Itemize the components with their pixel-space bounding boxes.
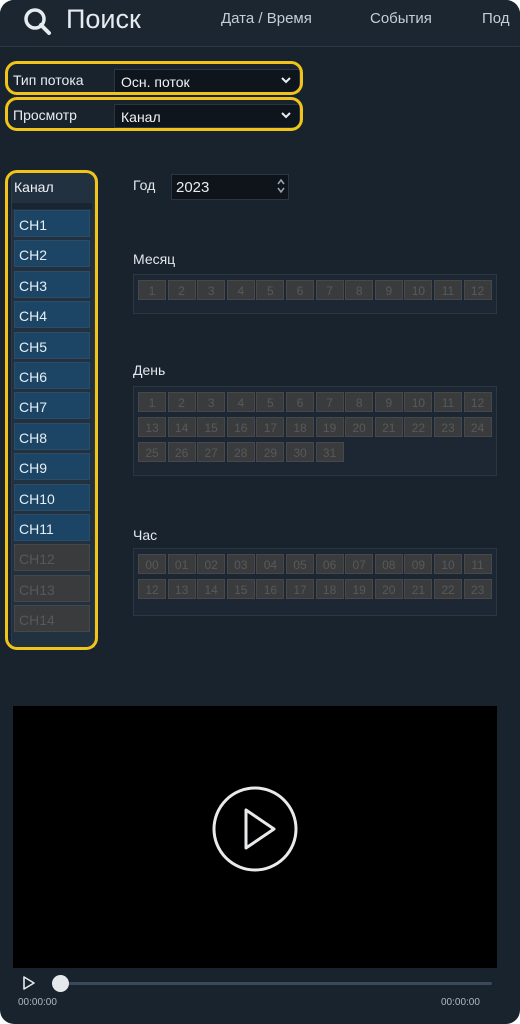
- hour-cell[interactable]: 01: [167, 554, 196, 574]
- day-cell[interactable]: 24: [463, 417, 492, 437]
- day-cell[interactable]: 5: [256, 392, 285, 412]
- day-cell[interactable]: 26: [167, 442, 196, 462]
- hour-label: Час: [133, 527, 158, 543]
- month-grid: 1 2 3 4 5 6 7 8 9 10 11 12: [133, 274, 497, 314]
- hour-cell[interactable]: 08: [374, 554, 403, 574]
- time-end: 00:00:00: [441, 997, 480, 1008]
- day-cell[interactable]: 19: [315, 417, 344, 437]
- day-cell[interactable]: 9: [374, 392, 403, 412]
- day-cell[interactable]: 23: [434, 417, 462, 437]
- day-cell[interactable]: 30: [286, 442, 314, 462]
- hour-cell[interactable]: 20: [374, 579, 403, 599]
- day-cell[interactable]: 29: [256, 442, 285, 462]
- hour-cell[interactable]: 00: [138, 554, 166, 574]
- month-cell[interactable]: 9: [374, 280, 403, 300]
- tab-more[interactable]: Под: [482, 10, 510, 27]
- month-cell[interactable]: 5: [256, 280, 285, 300]
- progress-track[interactable]: [60, 982, 492, 985]
- hour-cell[interactable]: 12: [138, 579, 166, 599]
- hour-cell[interactable]: 13: [167, 579, 196, 599]
- day-cell[interactable]: 27: [197, 442, 226, 462]
- hour-cell[interactable]: 03: [226, 554, 255, 574]
- progress-knob[interactable]: [52, 975, 69, 992]
- hour-cell[interactable]: 04: [256, 554, 285, 574]
- month-cell[interactable]: 3: [197, 280, 226, 300]
- month-cell[interactable]: 6: [286, 280, 314, 300]
- day-cell[interactable]: 1: [138, 392, 166, 412]
- day-cell[interactable]: 6: [286, 392, 314, 412]
- hour-cell[interactable]: 11: [463, 554, 492, 574]
- day-label: День: [133, 362, 166, 378]
- month-cell[interactable]: 4: [226, 280, 255, 300]
- page-title: Поиск: [66, 4, 141, 34]
- day-grid: 1 2 3 4 5 6 7 8 9 10 11 12 13 14 15 16 17 18 19 20 21 22 23 24 2…: [133, 386, 497, 476]
- top-bar: Поиск Дата / Время События Под: [0, 0, 520, 47]
- hour-cell[interactable]: 15: [226, 579, 255, 599]
- day-cell[interactable]: 2: [167, 392, 196, 412]
- day-cell[interactable]: 3: [197, 392, 226, 412]
- tab-date-time[interactable]: Дата / Время: [221, 10, 312, 27]
- play-small-icon[interactable]: [22, 975, 36, 991]
- hour-cell[interactable]: 23: [463, 579, 492, 599]
- channel-highlight: [5, 170, 98, 650]
- year-value: 2023: [176, 179, 210, 196]
- month-cell[interactable]: 1: [138, 280, 166, 300]
- play-icon[interactable]: [212, 786, 298, 872]
- day-cell[interactable]: 10: [404, 392, 433, 412]
- month-label: Месяц: [133, 251, 176, 267]
- time-start: 00:00:00: [18, 997, 57, 1008]
- hour-cell[interactable]: 21: [404, 579, 433, 599]
- stream-type-highlight: [5, 61, 303, 95]
- day-cell[interactable]: 4: [226, 392, 255, 412]
- hour-grid: 00 01 02 03 04 05 06 07 08 09 10 11 12 13 14 15 16 17 18 19…: [133, 548, 497, 616]
- hour-cell[interactable]: 22: [434, 579, 462, 599]
- view-highlight: [5, 97, 303, 131]
- hour-cell[interactable]: 14: [197, 579, 226, 599]
- tab-events[interactable]: События: [370, 10, 432, 27]
- spinner-arrows-icon[interactable]: [277, 178, 285, 194]
- hour-cell[interactable]: 02: [197, 554, 226, 574]
- hour-cell[interactable]: 07: [345, 554, 374, 574]
- day-cell[interactable]: 18: [286, 417, 314, 437]
- hour-cell[interactable]: 16: [256, 579, 285, 599]
- hour-cell[interactable]: 06: [315, 554, 344, 574]
- day-cell[interactable]: 8: [345, 392, 374, 412]
- day-cell[interactable]: 20: [345, 417, 374, 437]
- day-cell[interactable]: 21: [374, 417, 403, 437]
- month-cell[interactable]: 2: [167, 280, 196, 300]
- year-spinner[interactable]: 2023: [171, 174, 289, 200]
- day-cell[interactable]: 11: [434, 392, 462, 412]
- search-icon: [24, 8, 51, 35]
- day-cell[interactable]: 7: [315, 392, 344, 412]
- day-cell[interactable]: 15: [197, 417, 226, 437]
- month-cell[interactable]: 12: [463, 280, 492, 300]
- search-screen: Поиск Дата / Время События Под Тип поток…: [0, 0, 520, 1024]
- day-cell[interactable]: 14: [167, 417, 196, 437]
- day-cell[interactable]: 13: [138, 417, 166, 437]
- month-cell[interactable]: 10: [404, 280, 433, 300]
- month-cell[interactable]: 11: [434, 280, 462, 300]
- month-cell[interactable]: 8: [345, 280, 374, 300]
- month-cell[interactable]: 7: [315, 280, 344, 300]
- day-cell[interactable]: 25: [138, 442, 166, 462]
- hour-cell[interactable]: 18: [315, 579, 344, 599]
- hour-cell[interactable]: 09: [404, 554, 433, 574]
- hour-cell[interactable]: 19: [345, 579, 374, 599]
- day-cell[interactable]: 17: [256, 417, 285, 437]
- day-cell[interactable]: 31: [315, 442, 344, 462]
- hour-cell[interactable]: 05: [286, 554, 314, 574]
- day-cell[interactable]: 28: [226, 442, 255, 462]
- day-cell[interactable]: 12: [463, 392, 492, 412]
- day-cell[interactable]: 16: [226, 417, 255, 437]
- year-label: Год: [133, 177, 156, 193]
- hour-cell[interactable]: 17: [286, 579, 314, 599]
- hour-cell[interactable]: 10: [434, 554, 462, 574]
- day-cell[interactable]: 22: [404, 417, 433, 437]
